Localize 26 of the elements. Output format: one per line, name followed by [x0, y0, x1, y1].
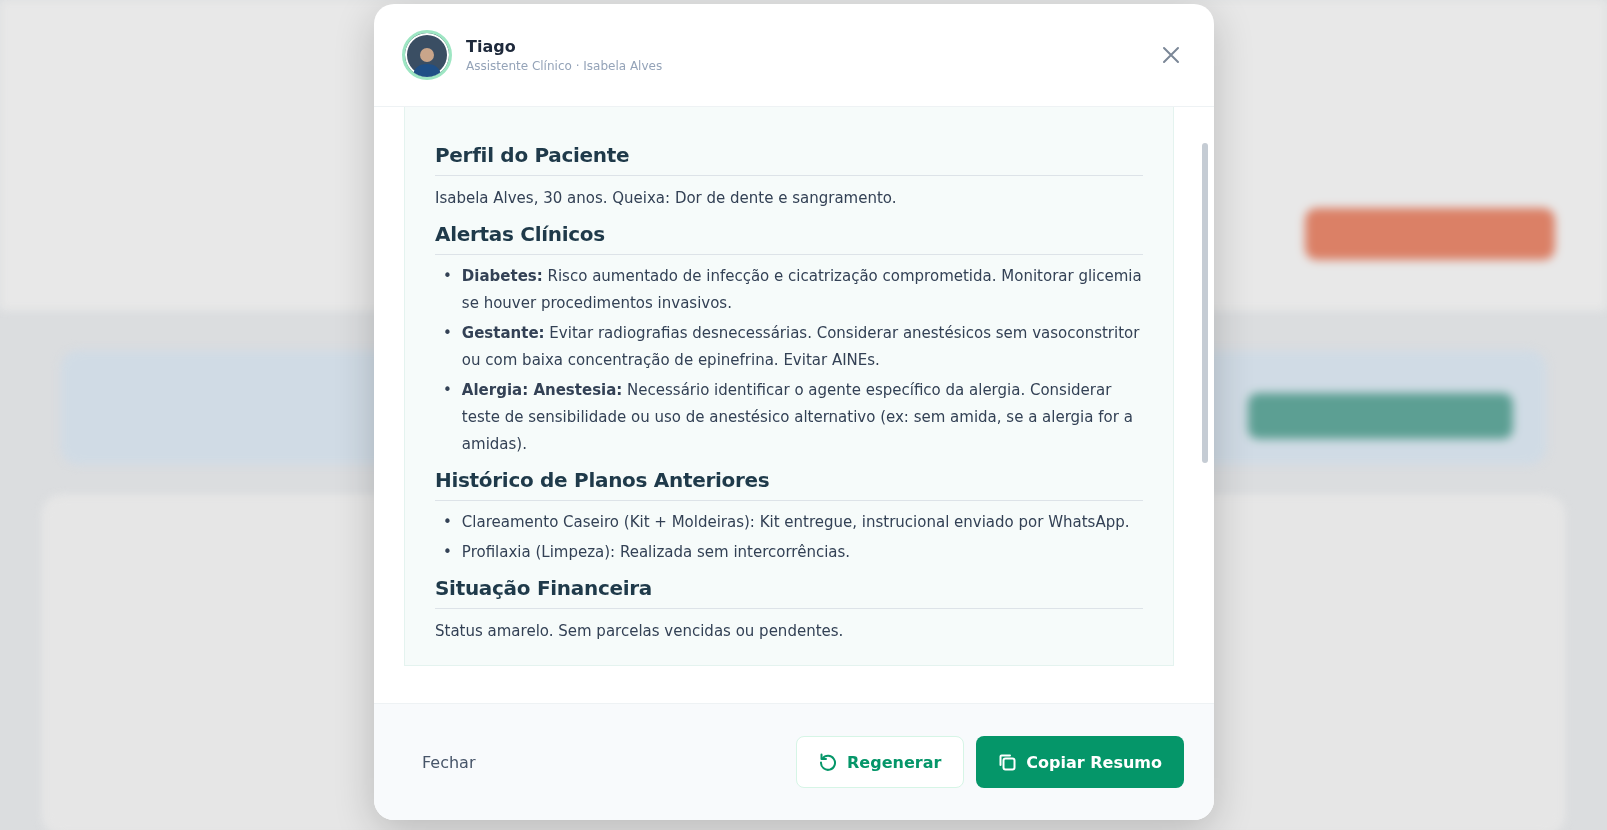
section-heading: Histórico de Planos Anteriores [435, 468, 1143, 501]
scrollbar-thumb[interactable] [1202, 143, 1208, 463]
copy-summary-button[interactable]: Copiar Resumo [976, 736, 1184, 788]
list-item: Profilaxia (Limpeza): Realizada sem intercorrências. [461, 542, 851, 563]
bullet-mark: • [443, 512, 452, 533]
regenerate-button[interactable]: Regenerar [796, 736, 965, 788]
assistant-subtitle: Assistente Clínico · Isabela Alves [466, 59, 664, 73]
list-item: Diabetes: Risco aumentado de infecção e cicatrização comprometida. Monitorar glicemia se houver procedimentos invasivos. [461, 266, 1143, 314]
copy-icon [998, 753, 1017, 771]
section-heading: Situação Financeira [435, 576, 1143, 609]
bullet-mark: • [443, 266, 452, 287]
section-text: Status amarelo. Sem parcelas vencidas ou pendentes. [435, 621, 845, 642]
bullet-mark: • [443, 542, 452, 563]
avatar-silhouette-icon [402, 30, 452, 80]
section-heading: Perfil do Paciente [435, 143, 1143, 176]
list-item: Alergia: Anestesia: Necessário identificar o agente específico da alergia. Considerar teste de sensibilidade ou uso de anestésico alternativo (ex: sem amida, se a alergia for a amidas). [461, 380, 1134, 455]
bullet-mark: • [443, 323, 452, 344]
close-link[interactable]: Fechar [410, 742, 488, 782]
close-icon [1162, 46, 1180, 64]
section-heading: Alertas Clínicos [435, 222, 1143, 255]
list-item: Clareamento Caseiro (Kit + Moldeiras): Kit entregue, instrucional enviado por WhatsApp. [461, 512, 1130, 533]
list-item: Gestante: Evitar radiografias desnecessárias. Considerar anestésicos sem vasoconstritor ou com baixa concentração de epinefrina. Evitar AINEs. [461, 323, 1141, 371]
assistant-name: Tiago [466, 37, 517, 56]
bullet-mark: • [443, 380, 452, 401]
section-text: Isabela Alves, 30 anos. Queixa: Dor de dente e sangramento. [435, 188, 898, 209]
refresh-icon [819, 753, 837, 771]
